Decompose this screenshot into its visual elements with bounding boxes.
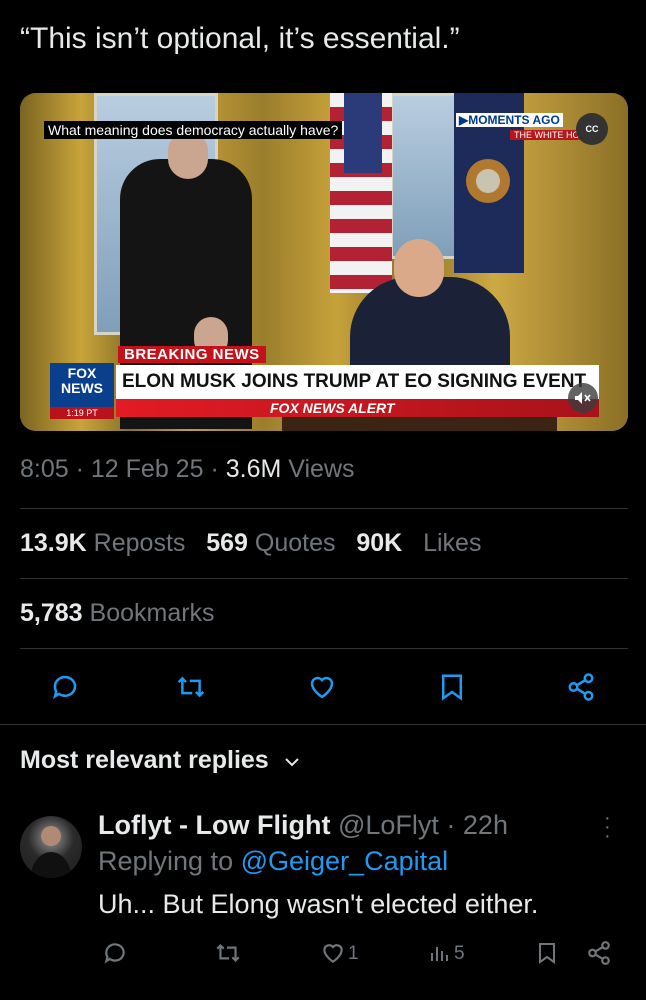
bookmarks-stat[interactable]: 5,783 Bookmarks xyxy=(20,599,215,628)
reply-text: Uh... But Elong wasn't elected either. xyxy=(98,889,539,919)
seated-person-head xyxy=(394,239,444,297)
replying-label: Replying to xyxy=(98,846,234,876)
divider xyxy=(20,648,628,649)
fox-logo-line2: NEWS xyxy=(61,380,103,396)
replies-sort-label: Most relevant replies xyxy=(20,746,269,774)
tweet-stats: 13.9K Reposts 569 Quotes 90K Likes xyxy=(20,529,481,558)
tweet-text: “This isn’t optional, it’s essential.” xyxy=(20,22,460,55)
breaking-news-label: BREAKING NEWS xyxy=(118,346,266,363)
replies-sort-dropdown[interactable]: Most relevant replies xyxy=(20,746,300,775)
speaker-muted-icon[interactable] xyxy=(568,383,598,413)
views-icon[interactable] xyxy=(428,940,452,966)
bookmark-icon[interactable] xyxy=(536,940,558,966)
reply-time[interactable]: 22h xyxy=(463,810,508,840)
tweet-meta: 8:05 · 12 Feb 25 · 3.6M Views xyxy=(20,455,355,484)
quotes-label[interactable]: Quotes xyxy=(255,529,336,557)
replying-to-link[interactable]: @Geiger_Capital xyxy=(241,846,449,876)
likes-label[interactable]: Likes xyxy=(423,529,481,557)
reply-author-name[interactable]: Loflyt - Low Flight xyxy=(98,810,330,840)
views-label: Views xyxy=(288,455,355,483)
bookmarks-label: Bookmarks xyxy=(89,599,215,627)
bookmark-icon[interactable] xyxy=(438,672,466,702)
closed-captions-button[interactable]: CC xyxy=(576,113,608,145)
tweet-time[interactable]: 8:05 xyxy=(20,455,69,483)
divider xyxy=(20,578,628,579)
reposts-label[interactable]: Reposts xyxy=(94,529,186,557)
replying-to: Replying to @Geiger_Capital xyxy=(98,846,448,877)
reply-icon[interactable] xyxy=(50,672,80,702)
likes-count[interactable]: 90K xyxy=(356,529,402,557)
fox-news-alert: FOX NEWS ALERT xyxy=(270,400,395,416)
views-count: 3.6M xyxy=(225,455,282,483)
bookmarks-count: 5,783 xyxy=(20,599,83,627)
meta-separator: · xyxy=(438,810,463,840)
reply-icon[interactable] xyxy=(102,940,128,966)
repost-icon[interactable] xyxy=(214,940,242,966)
avatar-image xyxy=(30,826,72,878)
video-caption: What meaning does democracy actually hav… xyxy=(44,121,343,139)
reply-view-count: 5 xyxy=(454,943,465,964)
tweet-video[interactable]: What meaning does democracy actually hav… xyxy=(20,93,628,431)
fox-time: 1:19 PT xyxy=(50,407,114,419)
like-icon[interactable] xyxy=(320,940,346,966)
white-house-badge: THE WHITE HO xyxy=(510,130,584,140)
chevron-down-icon xyxy=(284,758,299,767)
reply-author-handle[interactable]: @LoFlyt xyxy=(338,810,439,840)
share-icon[interactable] xyxy=(566,672,596,702)
meta-separator: · xyxy=(210,455,226,483)
share-icon[interactable] xyxy=(586,940,612,966)
quotes-count[interactable]: 569 xyxy=(206,529,248,557)
meta-separator: · xyxy=(75,455,91,483)
like-icon[interactable] xyxy=(307,672,337,702)
reply-header: Loflyt - Low Flight @LoFlyt · 22h xyxy=(98,810,508,841)
moments-ago-badge: ▶MOMENTS AGO xyxy=(456,113,563,127)
more-options-icon[interactable]: · · · xyxy=(604,808,611,846)
reposts-count[interactable]: 13.9K xyxy=(20,529,87,557)
fox-logo-line1: FOX xyxy=(67,365,97,381)
repost-icon[interactable] xyxy=(175,672,207,702)
reply-like-count: 1 xyxy=(348,943,359,964)
avatar[interactable] xyxy=(20,816,82,878)
divider xyxy=(20,508,628,509)
section-divider xyxy=(0,724,646,725)
tweet-date[interactable]: 12 Feb 25 xyxy=(91,455,204,483)
news-headline: ELON MUSK JOINS TRUMP AT EO SIGNING EVEN… xyxy=(116,365,599,399)
